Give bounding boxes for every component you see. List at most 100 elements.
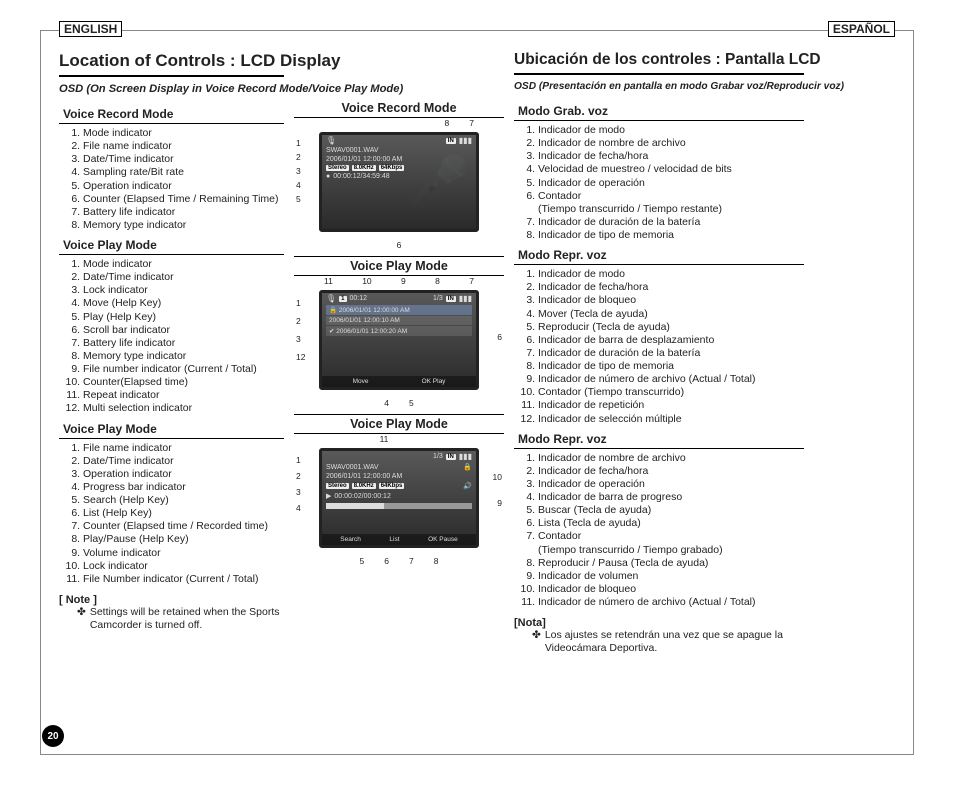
- list-item: Indicador de operación: [538, 478, 804, 491]
- kbps-badge: 64Kbps: [379, 165, 405, 171]
- list-row: 2006/01/01 12:00:10 AM: [326, 316, 472, 325]
- callout: 10: [493, 464, 502, 490]
- fig1: 8 7 1 2 3 4 5 🎤 🎙IN▮▮▮ SWAV0001.WAV 2006…: [294, 122, 504, 246]
- callouts-bottom: 4 5: [294, 398, 504, 408]
- help-list: List: [389, 536, 399, 543]
- stereo-badge: Stereo: [326, 165, 349, 171]
- list-item: Contador (Tiempo transcurrido): [538, 386, 804, 399]
- list-item: Indicador de fecha/hora: [538, 281, 804, 294]
- help-move: Move: [353, 378, 369, 385]
- check-icon: ✔: [329, 328, 334, 335]
- note-head-es: [Nota]: [514, 617, 804, 629]
- callouts-left: 1 2 3 4: [296, 452, 301, 516]
- column-english: Location of Controls : LCD Display OSD (…: [59, 51, 284, 740]
- lcd-screen-playlist: 🎙100:121/3IN▮▮▮ 🔒 2006/01/01 12:00:00 AM…: [319, 290, 479, 390]
- list-item: Operation indicator: [83, 468, 284, 481]
- section-es-2: Modo Repr. voz Indicador de nombre de ar…: [514, 426, 804, 610]
- list-item: Date/Time indicator: [83, 153, 284, 166]
- note-head-en: [ Note ]: [59, 594, 284, 606]
- list-item: Sampling rate/Bit rate: [83, 166, 284, 179]
- list-item: Counter (Elapsed Time / Remaining Time): [83, 193, 284, 206]
- callout: 6: [397, 240, 402, 250]
- list-item: Battery life indicator: [83, 337, 284, 350]
- bullet-icon: ✤: [77, 606, 86, 632]
- callout: 5: [360, 556, 365, 566]
- section-en-0: Voice Record Mode Mode indicator File na…: [59, 101, 284, 232]
- list-item: Reproducir (Tecla de ayuda): [538, 321, 804, 334]
- section-es-1: Modo Repr. voz Indicador de modo Indicad…: [514, 242, 804, 426]
- lang-badge-espanol: ESPAÑOL: [828, 21, 895, 37]
- list-item: Indicador de duración de la batería: [538, 216, 804, 229]
- page-title-en: Location of Controls : LCD Display: [59, 51, 284, 71]
- page-title-es: Ubicación de los controles : Pantalla LC…: [514, 51, 804, 69]
- battery-icon: ▮▮▮: [459, 294, 472, 303]
- mic-icon: 🎙: [326, 294, 336, 303]
- list-item: Indicador de barra de desplazamiento: [538, 334, 804, 347]
- column-spanish: Ubicación de los controles : Pantalla LC…: [514, 51, 804, 740]
- callouts-left: 1 2 3 4 5: [296, 136, 301, 206]
- list-item: Memory type indicator: [83, 350, 284, 363]
- callout: 8: [445, 118, 450, 128]
- list-item: Search (Help Key): [83, 494, 284, 507]
- section-head: Voice Play Mode: [59, 236, 284, 255]
- list-item: Reproducir / Pausa (Tecla de ayuda): [538, 557, 804, 570]
- datetime: 2006/01/01 12:00:00 AM: [326, 156, 402, 163]
- sub-line: (Tiempo transcurrido / Tiempo grabado): [538, 544, 804, 557]
- divider: [294, 256, 504, 257]
- callout: 3: [296, 330, 305, 348]
- fig3: 11 1 2 3 4 10 9 1/3IN▮▮▮ SWAV0001.WAV🔒 2…: [294, 438, 504, 562]
- callouts-bottom: 5 6 7 8: [294, 556, 504, 566]
- list-item: Contador: [538, 530, 804, 543]
- list-item: Operation indicator: [83, 180, 284, 193]
- list-item: Scroll bar indicator: [83, 324, 284, 337]
- list-item: List (Help Key): [83, 507, 284, 520]
- list-row: ✔ 2006/01/01 12:00:20 AM: [326, 326, 472, 336]
- help-pause: OK Pause: [428, 536, 458, 543]
- callout: 2: [296, 468, 301, 484]
- list-item: Indicador de volumen: [538, 570, 804, 583]
- list-item: Indicador de tipo de memoria: [538, 229, 804, 242]
- indicator-list: Mode indicator File name indicator Date/…: [59, 127, 284, 232]
- callout: 2: [296, 150, 301, 164]
- indicator-list: Indicador de modo Indicador de fecha/hor…: [514, 268, 804, 426]
- divider: [294, 414, 504, 415]
- datetime: 2006/01/01 12:00:00 AM: [326, 473, 402, 480]
- list-item: Lock indicator: [83, 284, 284, 297]
- callout: 7: [409, 556, 414, 566]
- list-item: Indicador de tipo de memoria: [538, 360, 804, 373]
- section-head: Modo Repr. voz: [514, 246, 804, 265]
- indicator-list: Indicador de modo Indicador de nombre de…: [514, 124, 804, 203]
- play-icon: ▶: [326, 492, 331, 500]
- counter: 00:00:02/00:00:12: [334, 493, 390, 500]
- list-item: Mover (Tecla de ayuda): [538, 308, 804, 321]
- callout: 2: [296, 312, 305, 330]
- page-frame: ENGLISH ESPAÑOL Location of Controls : L…: [40, 30, 914, 755]
- callouts-right: 10 9: [493, 464, 502, 516]
- callout: 10: [362, 276, 371, 286]
- callout: 7: [469, 276, 474, 286]
- callout: 7: [469, 118, 474, 128]
- repeat-badge: 1: [339, 296, 346, 302]
- list-item: File name indicator: [83, 442, 284, 455]
- list-item: Indicador de fecha/hora: [538, 465, 804, 478]
- list-item: Mode indicator: [83, 127, 284, 140]
- list-item: Play/Pause (Help Key): [83, 533, 284, 546]
- row-dt: 2006/01/01 12:00:10 AM: [329, 317, 400, 324]
- list-item: Indicador de bloqueo: [538, 294, 804, 307]
- list-item: Indicador de modo: [538, 268, 804, 281]
- list-item: Indicador de modo: [538, 124, 804, 137]
- indicator-list: File name indicator Date/Time indicator …: [59, 442, 284, 586]
- callout: 1: [296, 136, 301, 150]
- list-item: Mode indicator: [83, 258, 284, 271]
- section-head: Modo Repr. voz: [514, 430, 804, 449]
- note-text: Los ajustes se retendrán una vez que se …: [545, 629, 804, 655]
- list-item: Date/Time indicator: [83, 271, 284, 284]
- fig3-title: Voice Play Mode: [294, 417, 504, 434]
- fig1-title: Voice Record Mode: [294, 101, 504, 118]
- callouts-top: 11 10 9 8 7: [294, 276, 504, 286]
- callout: 8: [435, 276, 440, 286]
- stereo-badge: Stereo: [326, 483, 349, 489]
- list-item: Buscar (Tecla de ayuda): [538, 504, 804, 517]
- help-search: Search: [340, 536, 361, 543]
- row-dt: 2006/01/01 12:00:00 AM: [339, 307, 410, 314]
